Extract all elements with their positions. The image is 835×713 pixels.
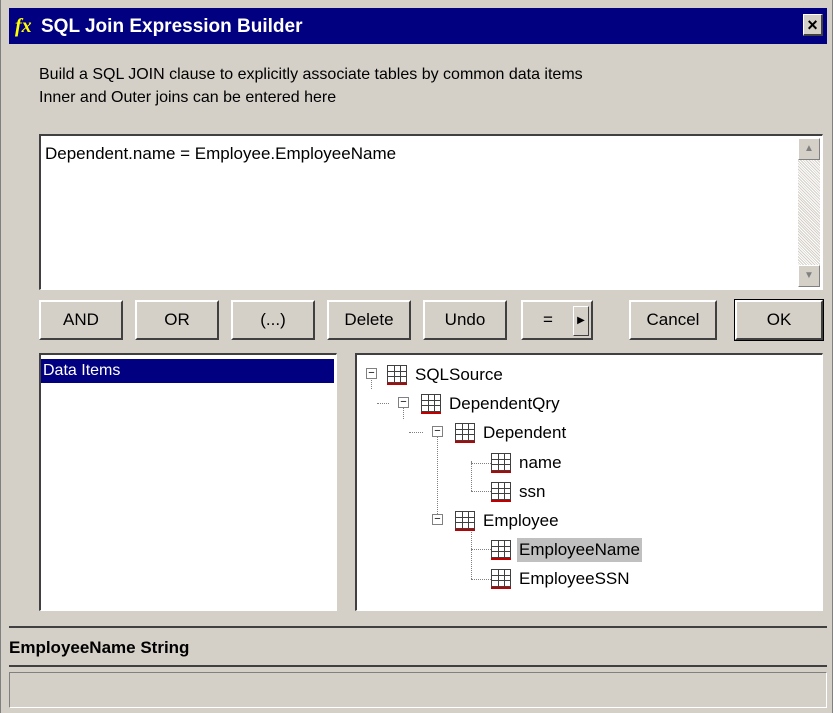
tree-connector (437, 432, 438, 518)
collapse-icon[interactable]: − (432, 426, 443, 437)
status-text: EmployeeName String (9, 638, 190, 657)
description-line-2: Inner and Outer joins can be entered her… (39, 89, 337, 106)
table-icon (491, 540, 511, 560)
expression-editor[interactable]: Dependent.name = Employee.EmployeeName ▲… (39, 134, 823, 290)
tree-connector (471, 549, 493, 550)
tree-connector (377, 403, 389, 404)
cancel-button[interactable]: Cancel (629, 300, 717, 340)
tree-connector (471, 491, 493, 492)
tree-node-label: DependentQry (449, 394, 560, 413)
status-bar (9, 672, 827, 708)
tree-node-label: ssn (519, 482, 546, 501)
collapse-icon[interactable]: − (398, 397, 409, 408)
close-icon: × (807, 15, 818, 35)
tree-node-label-selected: EmployeeName (517, 538, 642, 562)
delete-button[interactable]: Delete (327, 300, 411, 340)
data-items-list[interactable]: Data Items (39, 353, 337, 611)
divider (9, 665, 827, 667)
tree-node-label: Employee (483, 511, 559, 530)
triangle-right-icon: ▶ (577, 315, 585, 326)
operator-dropdown-button[interactable]: ▶ (573, 306, 589, 336)
parentheses-button[interactable]: (...) (231, 300, 315, 340)
ok-button[interactable]: OK (734, 299, 824, 341)
tree-connector (471, 463, 493, 464)
description-line-1: Build a SQL JOIN clause to explicitly as… (39, 66, 583, 83)
window-title: SQL Join Expression Builder (41, 16, 303, 37)
divider (9, 626, 827, 628)
collapse-icon[interactable]: − (432, 514, 443, 525)
table-icon (421, 394, 441, 414)
join-builder-window: fx SQL Join Expression Builder × Build a… (0, 0, 833, 713)
tree-node-label: EmployeeSSN (519, 569, 630, 588)
and-button[interactable]: AND (39, 300, 123, 340)
tree-connector (471, 579, 493, 580)
data-source-tree[interactable]: − SQLSource − DependentQry − Dependent n… (355, 353, 823, 611)
tree-connector (471, 461, 472, 491)
table-icon (491, 482, 511, 502)
vertical-scrollbar[interactable]: ▲ ▼ (798, 138, 820, 287)
table-icon (455, 511, 475, 531)
table-icon (455, 423, 475, 443)
scroll-up-icon: ▲ (804, 143, 814, 154)
tree-node-label: name (519, 453, 562, 472)
fx-icon: fx (15, 15, 32, 37)
table-icon (491, 569, 511, 589)
scroll-down-icon: ▼ (804, 270, 814, 281)
undo-button[interactable]: Undo (423, 300, 507, 340)
tree-node-label: SQLSource (415, 365, 503, 384)
scroll-up-button[interactable]: ▲ (798, 138, 820, 160)
collapse-icon[interactable]: − (366, 368, 377, 379)
expression-text[interactable]: Dependent.name = Employee.EmployeeName (45, 144, 396, 164)
title-bar[interactable]: fx SQL Join Expression Builder × (9, 8, 827, 44)
scroll-down-button[interactable]: ▼ (798, 265, 820, 287)
tree-node-label: Dependent (483, 423, 567, 442)
data-items-header[interactable]: Data Items (41, 359, 334, 383)
table-icon (491, 453, 511, 473)
tree-connector (409, 432, 423, 433)
or-button[interactable]: OR (135, 300, 219, 340)
table-icon (387, 365, 407, 385)
close-button[interactable]: × (803, 14, 823, 36)
